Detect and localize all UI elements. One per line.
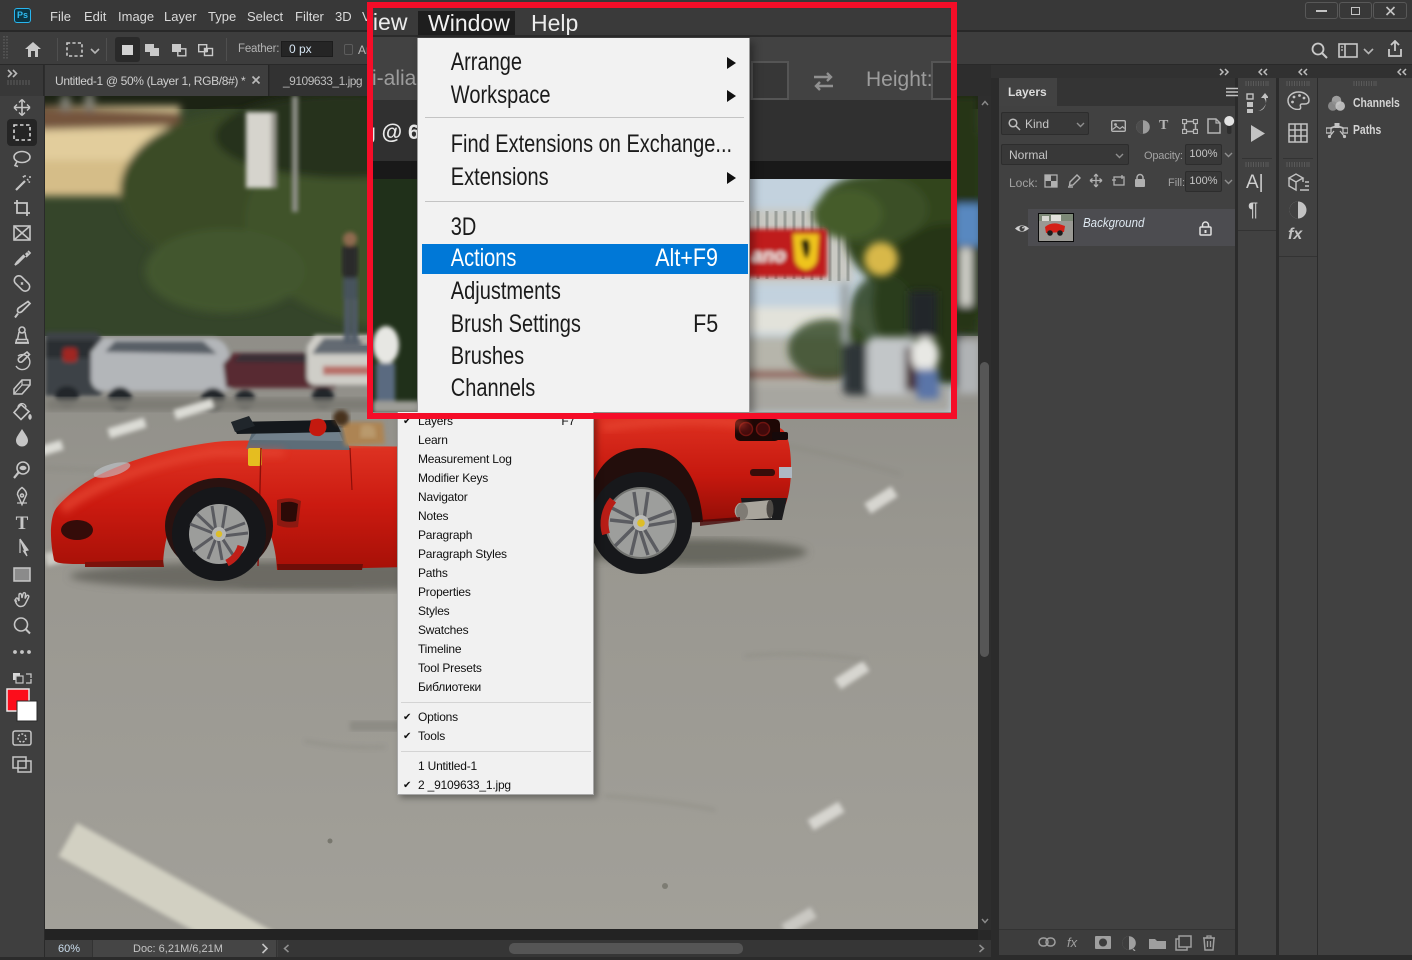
- svg-text:T: T: [16, 513, 29, 534]
